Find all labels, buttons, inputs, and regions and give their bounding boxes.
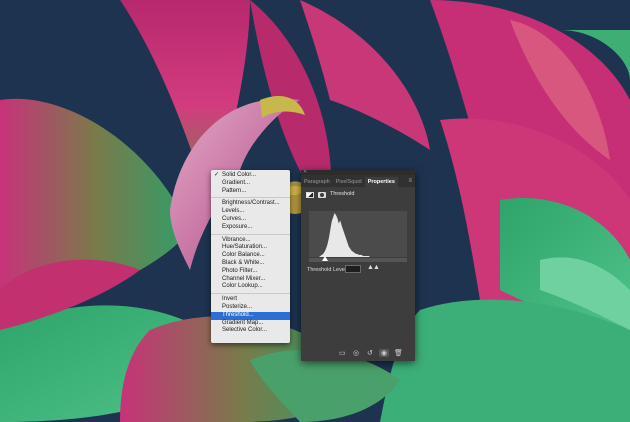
menu-item-label: Photo Filter... xyxy=(222,267,258,274)
adjustment-layer-menu: ✓ Solid Color... Gradient... Pattern... Brig… xyxy=(211,170,290,343)
menu-item-label: Gradient Map... xyxy=(222,319,264,326)
menu-item-label: Hue/Saturation... xyxy=(222,244,268,251)
menu-item-label: Brightness/Contrast... xyxy=(222,200,280,207)
tab-properties[interactable]: Properties xyxy=(364,177,398,187)
visibility-eye-icon[interactable]: ◉ xyxy=(379,349,390,357)
menu-item-label: Solid Color... xyxy=(222,172,257,178)
menu-item[interactable]: Channel Mixer... xyxy=(211,276,290,284)
menu-item[interactable]: Gradient... xyxy=(211,180,290,188)
menu-item[interactable]: Gradient Map... xyxy=(211,320,290,328)
menu-item[interactable]: ✓ Solid Color... xyxy=(211,172,290,180)
panel-footer: ▭ ◎ ↺ ◉ 🗑 xyxy=(301,346,415,360)
menu-item-label: Posterize... xyxy=(222,303,253,310)
menu-item-label: Color Balance... xyxy=(222,252,265,259)
menu-item-label: Curves... xyxy=(222,215,247,222)
menu-item[interactable]: Black & White... xyxy=(211,260,290,268)
adjustment-header: Threshold xyxy=(301,190,415,203)
menu-item-label: Pattern... xyxy=(222,187,247,194)
menu-item-label: Levels... xyxy=(222,208,245,215)
layer-mask-icon[interactable] xyxy=(318,192,326,198)
menu-item-label: Invert xyxy=(222,296,238,303)
panel-menu-icon[interactable]: ≡ xyxy=(408,178,412,184)
menu-separator xyxy=(211,293,290,295)
menu-item[interactable]: Color Balance... xyxy=(211,252,290,260)
menu-item-label: Gradient... xyxy=(222,179,251,186)
menu-item-label: Selective Color... xyxy=(222,327,268,334)
adjustment-title: Threshold xyxy=(330,191,355,197)
menu-item-label: Vibrance... xyxy=(222,236,251,243)
menu-item[interactable]: Hue/Saturation... xyxy=(211,244,290,252)
menu-separator xyxy=(211,197,290,199)
threshold-level-input[interactable] xyxy=(345,265,361,273)
menu-item[interactable]: Curves... xyxy=(211,216,290,224)
trash-icon[interactable]: 🗑 xyxy=(394,349,403,357)
menu-item[interactable]: Threshold... xyxy=(211,311,290,320)
view-previous-state-icon[interactable]: ◎ xyxy=(353,349,359,357)
threshold-level-label: Threshold Level: xyxy=(307,267,348,273)
menu-item-label: Exposure... xyxy=(222,223,253,230)
warning-triangle-icon-2: ▲ xyxy=(373,264,380,271)
reset-icon[interactable]: ↺ xyxy=(367,349,373,357)
menu-item[interactable]: Vibrance... xyxy=(211,237,290,245)
menu-item[interactable]: Pattern... xyxy=(211,188,290,196)
menu-item-label: Color Lookup... xyxy=(222,283,263,290)
menu-item[interactable]: Levels... xyxy=(211,208,290,216)
menu-item[interactable]: Color Lookup... xyxy=(211,283,290,291)
tab-paragraph[interactable]: Paragraph xyxy=(301,179,333,187)
clip-to-layer-icon[interactable]: ▭ xyxy=(339,349,346,357)
threshold-adjustment-icon xyxy=(306,192,314,198)
tab-pixelsquid[interactable]: PixelSquid xyxy=(333,179,365,187)
menu-item[interactable]: Selective Color... xyxy=(211,327,290,335)
panel-tabs: Paragraph PixelSquid Properties ≡ xyxy=(301,175,415,187)
menu-item-label: Channel Mixer... xyxy=(222,275,266,282)
threshold-histogram[interactable] xyxy=(309,211,407,257)
menu-item[interactable]: Photo Filter... xyxy=(211,268,290,276)
checkmark-icon: ✓ xyxy=(214,172,220,178)
menu-item[interactable]: Exposure... xyxy=(211,224,290,232)
menu-item-label: Threshold... xyxy=(222,311,254,318)
threshold-slider-handle[interactable] xyxy=(322,256,328,261)
menu-item[interactable]: Posterize... xyxy=(211,304,290,312)
histogram-shape xyxy=(309,213,407,257)
menu-item[interactable]: Invert xyxy=(211,296,290,304)
properties-panel: ✕ Paragraph PixelSquid Properties ≡ Thresho… xyxy=(301,169,415,361)
menu-separator xyxy=(211,233,290,235)
menu-item-label: Black & White... xyxy=(222,259,265,266)
menu-item[interactable]: Brightness/Contrast... xyxy=(211,200,290,208)
